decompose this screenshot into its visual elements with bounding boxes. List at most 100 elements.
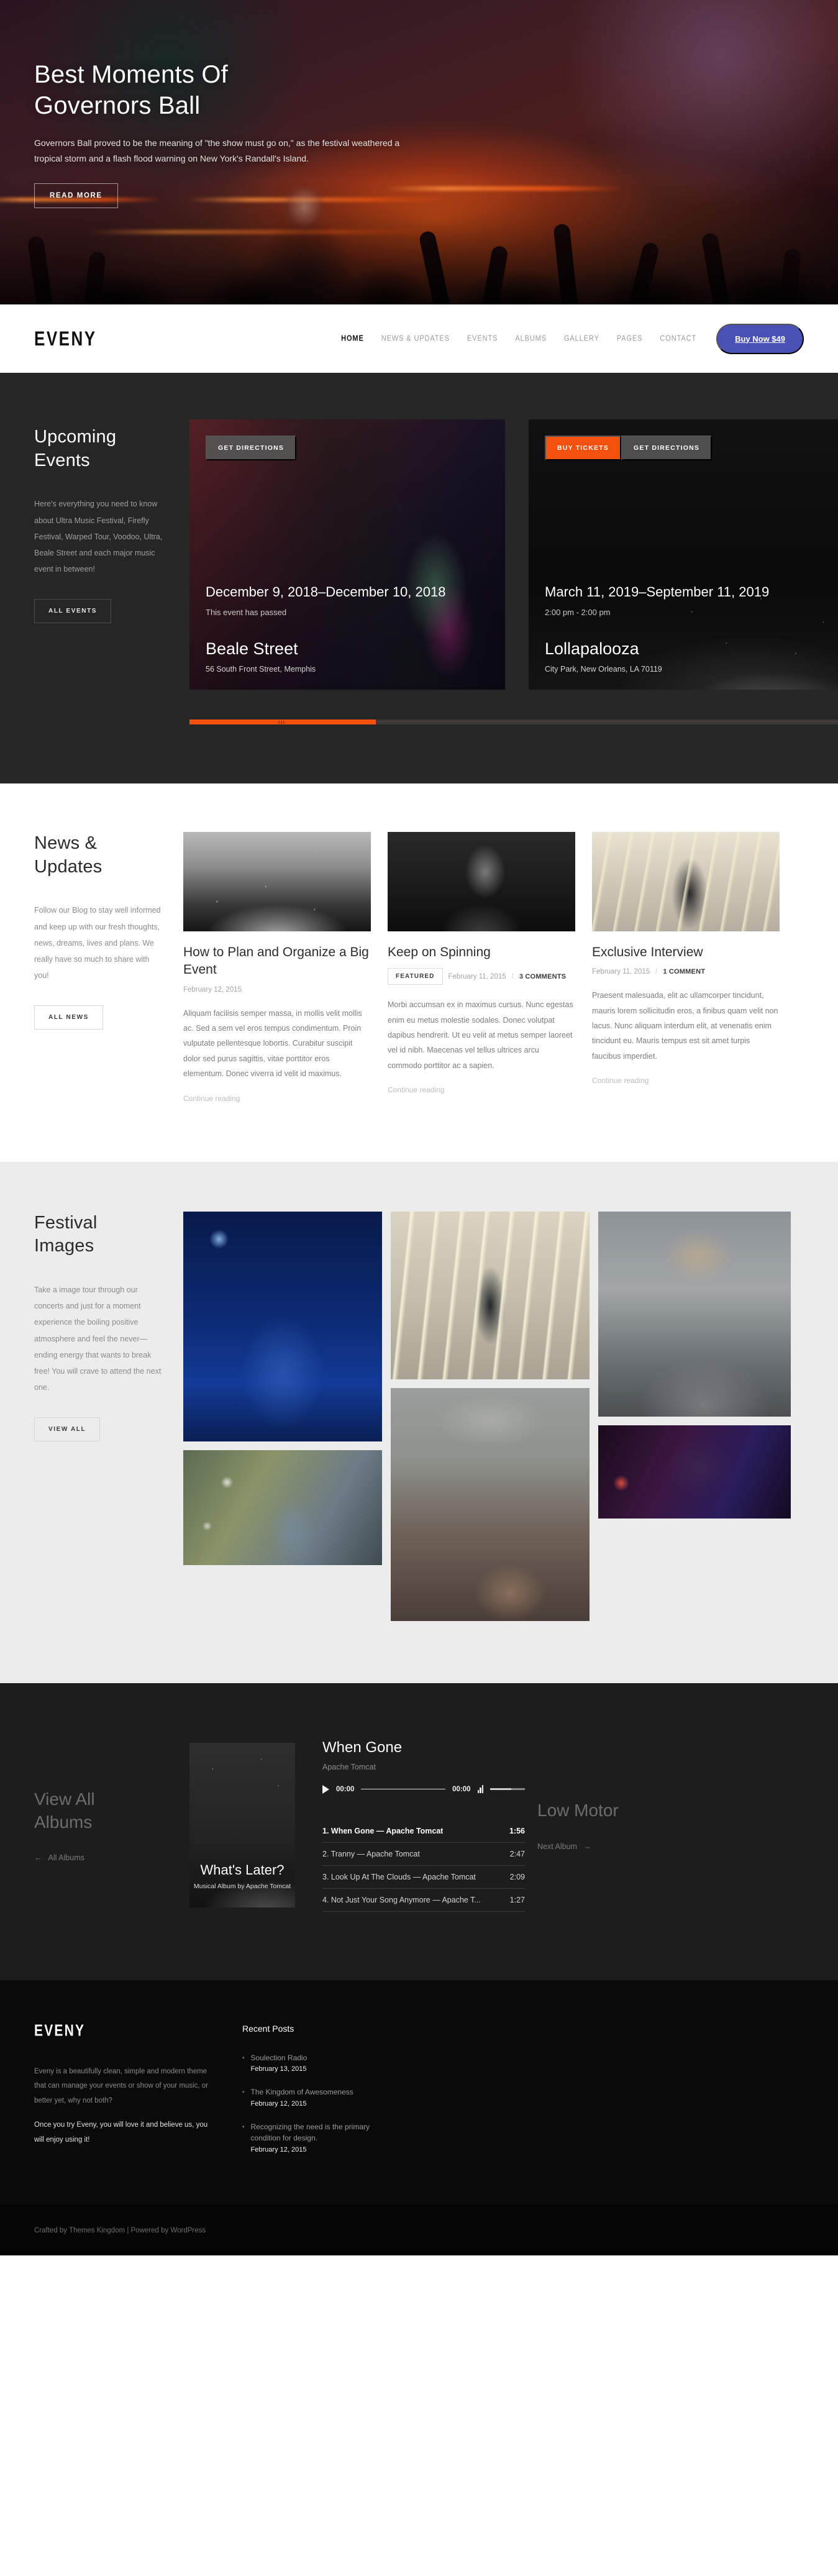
track-label: 4. Not Just Your Song Anymore — Apache T… <box>322 1895 481 1904</box>
bullet-icon: ▪ <box>242 2123 245 2131</box>
nav-item-contact[interactable]: CONTACT <box>651 334 705 343</box>
event-date: March 11, 2019–September 11, 2019 <box>545 583 770 600</box>
article-meta: February 12, 2015 <box>183 986 371 993</box>
track-list-item[interactable]: 3. Look Up At The Clouds — Apache Tomcat… <box>322 1866 525 1889</box>
news-title-line-2: Updates <box>34 856 102 877</box>
events-carousel-scrollbar[interactable] <box>189 719 838 724</box>
arrow-right-icon: → <box>583 1842 591 1851</box>
get-directions-button[interactable]: GET DIRECTIONS <box>206 436 297 460</box>
site-logo[interactable]: EVENY <box>34 327 97 351</box>
track-label: 2. Tranny — Apache Tomcat <box>322 1849 420 1858</box>
copyright-text: Crafted by Themes Kingdom | Powered by W… <box>34 2226 206 2234</box>
event-date: December 9, 2018–December 10, 2018 <box>206 583 446 600</box>
track-duration: 2:47 <box>509 1849 525 1858</box>
nav-item-news-updates[interactable]: NEWS & UPDATES <box>373 334 458 343</box>
recent-post-date: February 13, 2015 <box>250 2065 307 2073</box>
article-meta: FEATURED February 11, 2015 / 3 COMMENTS <box>388 968 575 985</box>
event-name: Lollapalooza <box>545 639 639 658</box>
footer-brand: EVENY Eveny is a beautifully clean, simp… <box>34 2022 211 2167</box>
hero-title-line-2: Governors Ball <box>34 92 201 120</box>
event-address: City Park, New Orleans, LA 70119 <box>545 665 662 674</box>
buy-now-button[interactable]: Buy Now $49 <box>716 323 804 354</box>
news-article: Keep on Spinning FEATURED February 11, 2… <box>388 832 575 1103</box>
recent-post-title[interactable]: Soulection Radio <box>251 2052 307 2064</box>
all-albums-link[interactable]: ← All Albums <box>34 1853 189 1862</box>
hero-read-more-button[interactable]: READ MORE <box>34 183 118 208</box>
bullet-icon: ▪ <box>242 2054 245 2062</box>
recent-post-title[interactable]: Recognizing the need is the primary cond… <box>251 2121 375 2144</box>
featured-badge: FEATURED <box>388 968 443 985</box>
article-date: February 11, 2015 <box>592 968 650 976</box>
footer-logo[interactable]: EVENY <box>34 2022 211 2040</box>
event-card[interactable]: BUY TICKETS GET DIRECTIONS March 11, 201… <box>529 419 838 690</box>
next-album-block[interactable]: Low Motor Next Album → <box>525 1799 680 1850</box>
article-title[interactable]: Exclusive Interview <box>592 944 780 961</box>
track-label: 3. Look Up At The Clouds — Apache Tomcat <box>322 1872 476 1881</box>
track-list: 1. When Gone — Apache Tomcat 1:56 2. Tra… <box>322 1820 525 1912</box>
next-album-title: Low Motor <box>537 1801 619 1820</box>
carousel-grip-icon <box>278 721 285 724</box>
arrow-left-icon: ← <box>34 1853 42 1862</box>
recent-post-title[interactable]: The Kingdom of Awesomeness <box>251 2086 353 2098</box>
event-status: This event has passed <box>206 608 287 617</box>
gallery-image[interactable] <box>183 1450 382 1565</box>
buy-tickets-button[interactable]: BUY TICKETS <box>545 436 622 460</box>
news-title: News & Updates <box>34 832 165 879</box>
gallery-image[interactable] <box>391 1387 590 1621</box>
hero-title: Best Moments Of Governors Ball <box>34 59 838 122</box>
recent-post-date: February 12, 2015 <box>250 2145 307 2154</box>
meta-separator: / <box>655 968 658 976</box>
all-events-button[interactable]: ALL EVENTS <box>34 598 112 623</box>
event-address: 56 South Front Street, Memphis <box>206 665 316 674</box>
album-player-section: View All Albums ← All Albums What's Late… <box>0 1683 838 1980</box>
nav-item-gallery[interactable]: GALLERY <box>555 334 608 343</box>
event-name: Beale Street <box>206 639 298 658</box>
audio-player: When Gone Apache Tomcat 00:00 00:00 1. W… <box>295 1739 525 1912</box>
play-icon[interactable] <box>322 1784 329 1794</box>
nav-item-events[interactable]: EVENTS <box>458 334 506 343</box>
gallery-title-line-1: Festival <box>34 1212 98 1233</box>
all-news-button[interactable]: ALL NEWS <box>34 1005 103 1030</box>
main-navigation: EVENY HOME NEWS & UPDATES EVENTS ALBUMS … <box>0 304 838 373</box>
article-thumbnail-image[interactable] <box>592 832 780 931</box>
article-thumbnail-image[interactable] <box>388 832 575 931</box>
article-date: February 11, 2015 <box>448 972 506 980</box>
gallery-image[interactable] <box>598 1425 791 1519</box>
track-list-item[interactable]: 1. When Gone — Apache Tomcat 1:56 <box>322 1820 525 1843</box>
article-comment-count[interactable]: 3 COMMENTS <box>519 973 566 980</box>
previous-album-block[interactable]: View All Albums ← All Albums <box>34 1788 189 1862</box>
gallery-image[interactable] <box>183 1211 382 1441</box>
nav-links: HOME NEWS & UPDATES EVENTS ALBUMS GALLER… <box>332 334 705 343</box>
continue-reading-link[interactable]: Continue reading <box>183 1094 371 1103</box>
previous-album-title: View All Albums <box>34 1788 189 1834</box>
nav-item-pages[interactable]: PAGES <box>608 334 652 343</box>
events-intro: Upcoming Events Here's everything you ne… <box>34 419 189 623</box>
article-title[interactable]: Keep on Spinning <box>388 944 575 961</box>
upcoming-events-section: Upcoming Events Here's everything you ne… <box>0 373 838 783</box>
article-thumbnail-image[interactable] <box>183 832 371 931</box>
continue-reading-link[interactable]: Continue reading <box>388 1085 575 1094</box>
track-duration: 1:27 <box>509 1895 525 1904</box>
gallery-column <box>598 1211 791 1621</box>
album-cover-art[interactable]: What's Later? Musical Album by Apache To… <box>189 1743 295 1907</box>
volume-slider[interactable] <box>490 1788 525 1791</box>
track-list-item[interactable]: 2. Tranny — Apache Tomcat 2:47 <box>322 1843 525 1866</box>
nav-item-albums[interactable]: ALBUMS <box>506 334 555 343</box>
article-title[interactable]: How to Plan and Organize a Big Event <box>183 944 371 979</box>
gallery-image[interactable] <box>598 1211 791 1417</box>
nav-item-home[interactable]: HOME <box>332 334 373 343</box>
continue-reading-link[interactable]: Continue reading <box>592 1076 780 1085</box>
article-comment-count[interactable]: 1 COMMENT <box>663 968 705 975</box>
article-excerpt: Morbi accumsan ex in maximus cursus. Nun… <box>388 1000 573 1070</box>
footer-recent-posts: Recent Posts ▪ Soulection Radio February… <box>211 2024 375 2167</box>
page-root: Best Moments Of Governors Ball Governors… <box>0 0 838 2255</box>
event-card[interactable]: GET DIRECTIONS December 9, 2018–December… <box>189 419 505 690</box>
volume-icon[interactable] <box>477 1785 483 1794</box>
track-list-item[interactable]: 4. Not Just Your Song Anymore — Apache T… <box>322 1889 525 1912</box>
gallery-image[interactable] <box>391 1211 590 1379</box>
news-intro: News & Updates Follow our Blog to stay w… <box>34 832 183 1103</box>
get-directions-button[interactable]: GET DIRECTIONS <box>621 436 713 460</box>
gallery-title: Festival Images <box>34 1212 165 1258</box>
next-album-link[interactable]: Next Album → <box>537 1842 680 1851</box>
view-all-button[interactable]: VIEW ALL <box>34 1417 101 1441</box>
